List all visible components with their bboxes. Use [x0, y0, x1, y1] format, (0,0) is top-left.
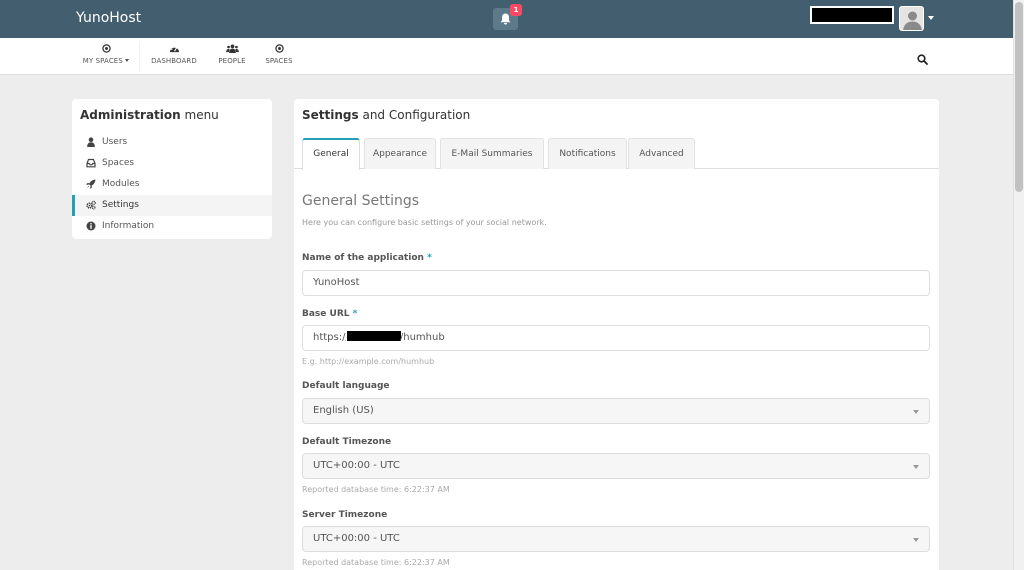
bell-icon: [500, 13, 511, 25]
base-url-hint: E.g. http://example.com/humhub: [302, 357, 435, 366]
redacted-domain: [345, 330, 402, 342]
chevron-down-icon: [913, 538, 919, 542]
default-language-select[interactable]: English (US): [302, 398, 930, 424]
search-icon: [917, 54, 928, 65]
sidebar-item-settings[interactable]: Settings: [72, 195, 272, 216]
section-title: General Settings: [302, 193, 420, 209]
dot-circle-icon: [101, 44, 111, 53]
chevron-down-icon: [913, 410, 919, 414]
rocket-icon: [86, 179, 96, 189]
settings-panel: Settings and Configuration General Appea…: [294, 99, 939, 570]
tab-advanced[interactable]: Advanced: [628, 138, 695, 169]
chevron-down-icon: [125, 59, 130, 62]
app-name-input[interactable]: YunoHost: [302, 270, 930, 296]
server-timezone-label: Server Timezone: [302, 510, 388, 520]
main-navigation: MY SPACES DASHBOARD PEOPLE SPACES: [0, 38, 1013, 75]
nav-label: SPACES: [265, 57, 293, 65]
default-language-label: Default language: [302, 381, 390, 391]
sidebar-item-label: Settings: [102, 200, 139, 210]
settings-panel-title: Settings and Configuration: [302, 108, 471, 122]
nav-label: PEOPLE: [218, 57, 246, 65]
tachometer-icon: [169, 46, 179, 53]
default-timezone-label: Default Timezone: [302, 437, 392, 447]
search-button[interactable]: [917, 50, 928, 69]
user-icon: [87, 137, 95, 147]
sidebar-item-label: Information: [102, 221, 155, 231]
administration-menu-title: Administration menu: [80, 108, 219, 122]
chevron-down-icon: [913, 465, 919, 469]
nav-my-spaces[interactable]: MY SPACES: [80, 38, 132, 75]
sidebar-item-label: Spaces: [102, 158, 135, 168]
app-name-label: Name of the application *: [302, 253, 432, 263]
tab-notifications[interactable]: Notifications: [548, 138, 627, 169]
sidebar-item-label: Modules: [102, 179, 140, 189]
page-scrollbar[interactable]: [1013, 0, 1024, 570]
sidebar-item-users[interactable]: Users: [72, 132, 272, 153]
inbox-icon: [86, 158, 96, 168]
redacted-username: [810, 6, 894, 24]
settings-tabs: General Appearance E-Mail Summaries Noti…: [294, 138, 939, 170]
nav-spaces[interactable]: SPACES: [260, 38, 298, 75]
brand-logo[interactable]: YunoHost: [76, 10, 141, 26]
nav-label: DASHBOARD: [151, 57, 197, 65]
nav-label: MY SPACES: [80, 57, 132, 65]
scrollbar-thumb[interactable]: [1015, 2, 1023, 192]
sidebar-item-spaces[interactable]: Spaces: [72, 153, 272, 174]
info-circle-icon: [86, 221, 96, 231]
tab-appearance[interactable]: Appearance: [364, 138, 436, 169]
nav-dashboard[interactable]: DASHBOARD: [148, 38, 200, 75]
base-url-input[interactable]: https:///humhub: [302, 325, 930, 351]
nav-divider: [139, 42, 140, 72]
server-timezone-hint: Reported database time: 6:22:37 AM: [302, 558, 450, 567]
tab-email-summaries[interactable]: E-Mail Summaries: [440, 138, 544, 169]
section-description: Here you can configure basic settings of…: [302, 218, 547, 227]
sidebar-item-modules[interactable]: Modules: [72, 174, 272, 195]
user-menu-caret-icon[interactable]: [928, 16, 934, 20]
server-timezone-select[interactable]: UTC+00:00 - UTC: [302, 526, 930, 552]
tab-general[interactable]: General: [302, 138, 360, 170]
user-silhouette-icon: [903, 11, 922, 30]
sidebar-item-label: Users: [102, 137, 128, 147]
dot-circle-icon: [274, 44, 284, 53]
user-avatar[interactable]: [899, 6, 924, 31]
default-timezone-select[interactable]: UTC+00:00 - UTC: [302, 453, 930, 479]
administration-menu-panel: Administration menu Users Spaces Modules: [72, 99, 272, 239]
notification-count-badge: 1: [510, 4, 522, 16]
base-url-label: Base URL *: [302, 309, 358, 319]
sidebar-item-information[interactable]: Information: [72, 216, 272, 237]
default-timezone-hint: Reported database time: 6:22:37 AM: [302, 485, 450, 494]
nav-people[interactable]: PEOPLE: [212, 38, 252, 75]
cogs-icon: [86, 200, 96, 210]
users-icon: [225, 44, 239, 53]
top-bar: YunoHost 1: [0, 0, 1013, 38]
